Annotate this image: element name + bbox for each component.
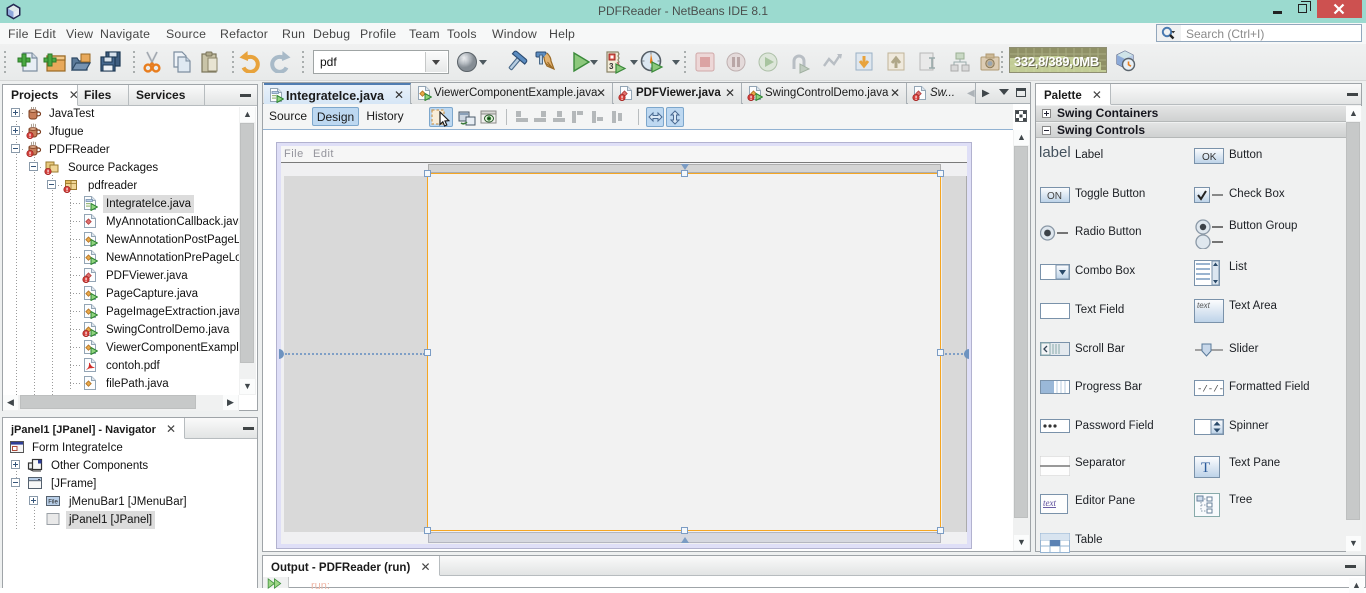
svg-text:3: 3 [609, 62, 614, 71]
svg-text:text: text [1197, 301, 1211, 310]
svg-text:File: File [48, 500, 58, 506]
svg-text:-/-/-: -/-/- [1197, 385, 1224, 395]
svg-text:OK: OK [1202, 152, 1217, 163]
svg-text:text: text [1043, 498, 1056, 508]
svg-text:ON: ON [1047, 191, 1062, 202]
svg-text:T: T [1201, 460, 1210, 476]
